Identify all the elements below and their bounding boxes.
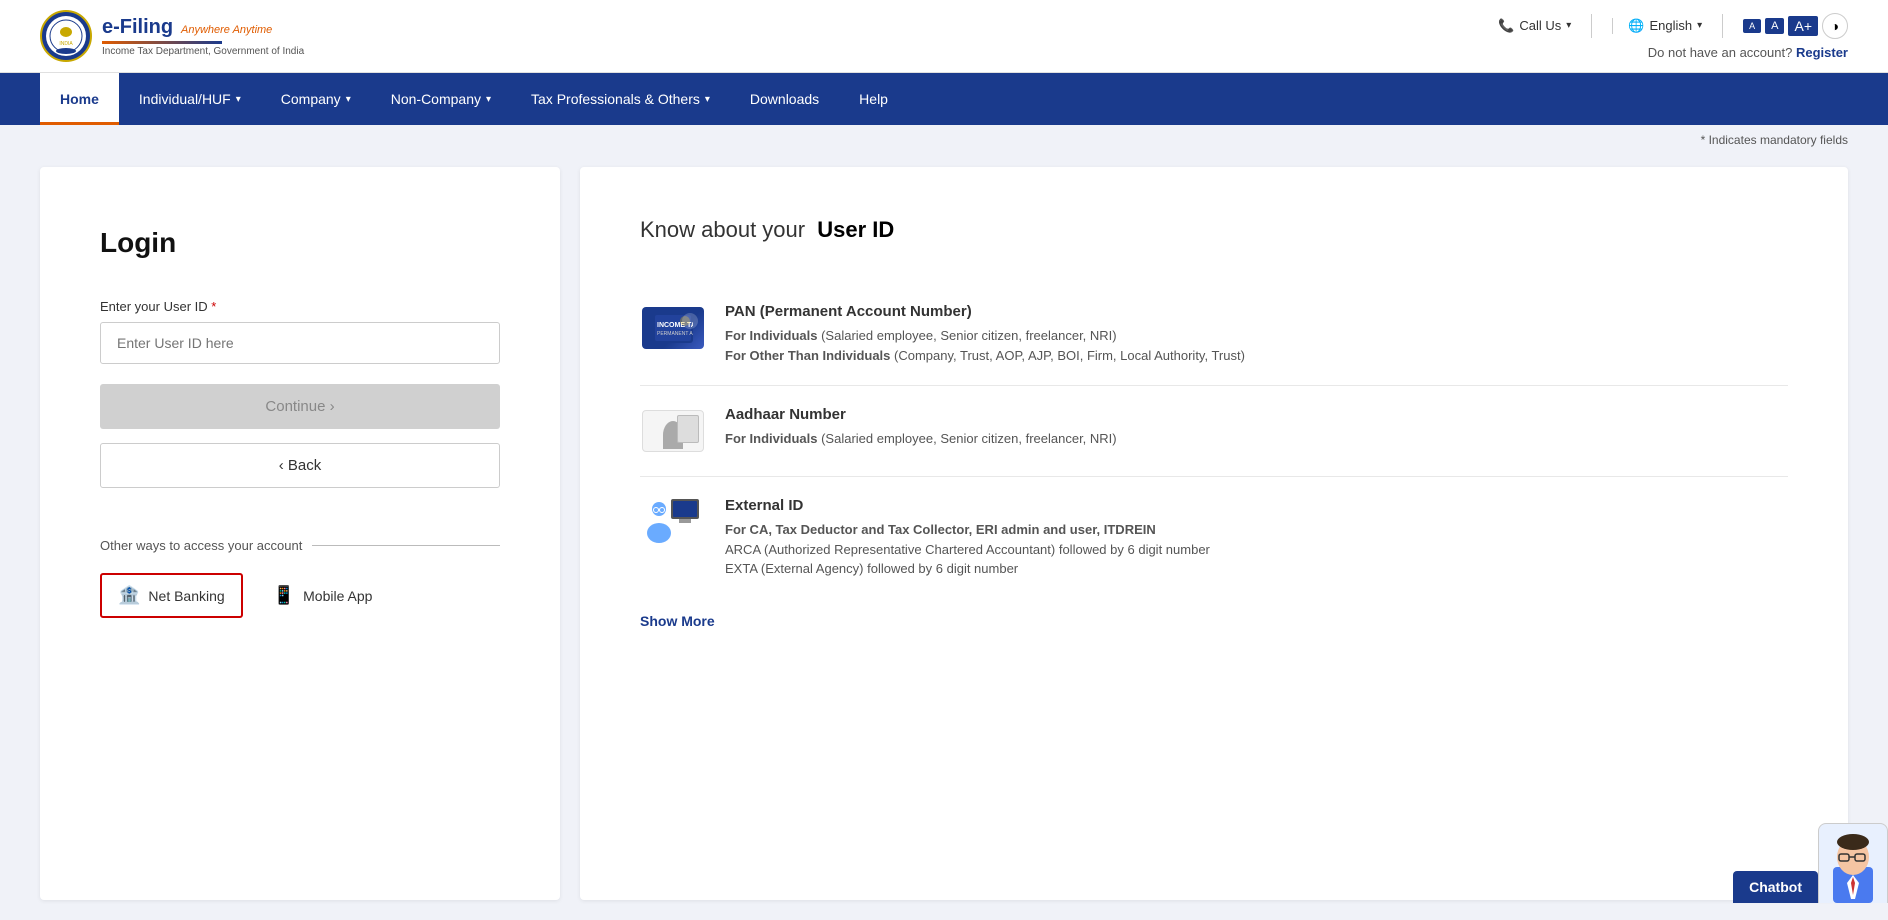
logo-text: e-Filing Anywhere Anytime Income Tax Dep…	[102, 16, 304, 57]
nav-item-help[interactable]: Help	[839, 73, 908, 125]
chatbot-label[interactable]: Chatbot	[1733, 871, 1818, 903]
login-title: Login	[100, 227, 500, 259]
nav-bar: Home Individual/HUF ▾ Company ▾ Non-Comp…	[0, 73, 1888, 125]
company-chevron-icon: ▾	[346, 94, 351, 105]
globe-icon: 🌐	[1628, 18, 1644, 34]
taxprofessionals-chevron-icon: ▾	[705, 94, 710, 105]
continue-button[interactable]: Continue ›	[100, 384, 500, 429]
other-ways-title: Other ways to access your account	[100, 538, 500, 553]
aadhaar-doc-shape	[677, 415, 699, 443]
language-button[interactable]: 🌐 English ▾	[1612, 18, 1702, 34]
nav-item-noncompany[interactable]: Non-Company ▾	[371, 73, 511, 125]
external-heading: External ID	[725, 497, 1210, 514]
mobile-icon: 📱	[273, 585, 295, 606]
pan-heading: PAN (Permanent Account Number)	[725, 303, 1245, 320]
pan-info-content: PAN (Permanent Account Number) For Indiv…	[725, 303, 1245, 365]
svg-text:INCOME TAX: INCOME TAX	[657, 322, 693, 329]
main-content: Login Enter your User ID * Continue › ‹ …	[0, 147, 1888, 920]
bank-icon: 🏦	[118, 585, 140, 606]
nav-item-taxprofessionals[interactable]: Tax Professionals & Others ▾	[511, 73, 730, 125]
nav-item-company[interactable]: Company ▾	[261, 73, 371, 125]
header-right: 📞 Call Us ▾ 🌐 English ▾ A A A+ ◑ Do not …	[1498, 13, 1848, 60]
emblem-icon: INDIA	[40, 10, 92, 62]
aadhaar-info-content: Aadhaar Number For Individuals (Salaried…	[725, 406, 1117, 449]
call-us-button[interactable]: 📞 Call Us ▾	[1498, 18, 1571, 34]
aadhaar-heading: Aadhaar Number	[725, 406, 1117, 423]
external-id-icon	[642, 497, 704, 547]
pan-desc: For Individuals (Salaried employee, Seni…	[725, 326, 1245, 365]
nav-item-individual[interactable]: Individual/HUF ▾	[119, 73, 261, 125]
user-id-input[interactable]	[100, 322, 500, 364]
aadhaar-desc: For Individuals (Salaried employee, Seni…	[725, 429, 1117, 449]
phone-icon: 📞	[1498, 18, 1514, 34]
aadhaar-icon	[642, 410, 704, 452]
back-button[interactable]: ‹ Back	[100, 443, 500, 488]
svg-text:PERMANENT ACCOUNT: PERMANENT ACCOUNT	[657, 331, 693, 337]
show-more-link[interactable]: Show More	[640, 613, 715, 629]
external-icon-box	[640, 497, 705, 547]
required-asterisk: *	[211, 299, 216, 314]
font-size-controls: A A A+ ◑	[1743, 13, 1848, 39]
logo-area: INDIA e-Filing Anywhere Anytime Income T…	[40, 10, 304, 62]
svg-text:INDIA: INDIA	[59, 41, 73, 47]
contrast-button[interactable]: ◑	[1822, 13, 1848, 39]
header-top-links: 📞 Call Us ▾ 🌐 English ▾ A A A+ ◑	[1498, 13, 1848, 39]
external-svg	[643, 497, 703, 547]
logo-underline	[102, 41, 222, 44]
aadhaar-icon-box	[640, 406, 705, 456]
user-id-label: Enter your User ID *	[100, 299, 500, 314]
info-panel: Know about your User ID INCOME TAX PERMA…	[580, 167, 1848, 900]
other-ways-section: Other ways to access your account 🏦 Net …	[100, 538, 500, 618]
external-info-content: External ID For CA, Tax Deductor and Tax…	[725, 497, 1210, 579]
net-banking-option[interactable]: 🏦 Net Banking	[100, 573, 243, 618]
chatbot-widget[interactable]: Chatbot	[1733, 823, 1888, 903]
access-options: 🏦 Net Banking 📱 Mobile App	[100, 573, 500, 618]
efiling-logo: e-Filing Anywhere Anytime	[102, 16, 304, 39]
lang-chevron-icon: ▾	[1697, 20, 1702, 31]
divider2	[1722, 14, 1723, 38]
register-section: Do not have an account? Register	[1648, 45, 1848, 60]
know-title: Know about your User ID	[640, 217, 1788, 243]
logo-subtitle: Income Tax Department, Government of Ind…	[102, 46, 304, 57]
font-small-button[interactable]: A	[1743, 19, 1761, 33]
nav-item-home[interactable]: Home	[40, 73, 119, 125]
chatbot-avatar	[1818, 823, 1888, 903]
info-item-pan: INCOME TAX PERMANENT ACCOUNT PAN (Perman…	[640, 283, 1788, 386]
page-header: INDIA e-Filing Anywhere Anytime Income T…	[0, 0, 1888, 73]
nav-item-downloads[interactable]: Downloads	[730, 73, 839, 125]
pan-card-icon: INCOME TAX PERMANENT ACCOUNT	[642, 307, 704, 349]
info-item-aadhaar: Aadhaar Number For Individuals (Salaried…	[640, 386, 1788, 477]
noncompany-chevron-icon: ▾	[486, 94, 491, 105]
pan-icon-box: INCOME TAX PERMANENT ACCOUNT	[640, 303, 705, 353]
login-panel: Login Enter your User ID * Continue › ‹ …	[40, 167, 560, 900]
mobile-app-option[interactable]: 📱 Mobile App	[273, 573, 373, 618]
external-desc: For CA, Tax Deductor and Tax Collector, …	[725, 520, 1210, 579]
call-chevron-icon: ▾	[1566, 20, 1571, 31]
info-item-external: External ID For CA, Tax Deductor and Tax…	[640, 477, 1788, 599]
mandatory-note: * Indicates mandatory fields	[0, 125, 1888, 147]
chatbot-avatar-svg	[1823, 831, 1883, 903]
register-link[interactable]: Register	[1796, 45, 1848, 60]
individual-chevron-icon: ▾	[236, 94, 241, 105]
font-medium-button[interactable]: A	[1765, 18, 1784, 34]
font-large-button[interactable]: A+	[1788, 16, 1818, 36]
divider	[1591, 14, 1592, 38]
pan-card-svg: INCOME TAX PERMANENT ACCOUNT	[653, 313, 693, 343]
